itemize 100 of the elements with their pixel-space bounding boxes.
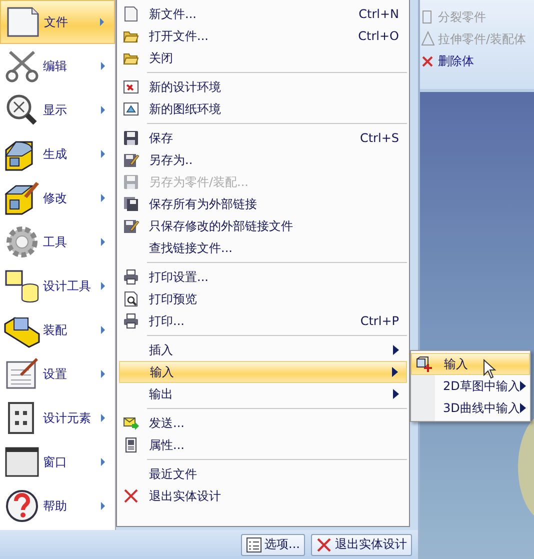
envelope-icon (123, 415, 139, 431)
help-icon (4, 488, 40, 524)
menu-item[interactable]: 另存为.. (119, 149, 407, 171)
submenu-arrow-icon (101, 282, 105, 290)
menu-item-label: 新的设计环境 (148, 78, 222, 96)
menu-item-label: 输入 (149, 364, 175, 380)
menu-item-label: 打印设置... (148, 268, 210, 286)
menu-category[interactable]: 编辑 (0, 44, 115, 88)
menu-item-label: 另存为.. (148, 152, 194, 168)
gear-icon (4, 224, 40, 260)
ribbon-command[interactable]: 删除体 (420, 50, 534, 72)
menu-label: 帮助 (43, 498, 68, 514)
submenu-item[interactable]: 3D曲线中输入 (411, 397, 530, 419)
submenu-item-label: 2D草图中输入 (443, 378, 520, 394)
menu-item-label: 查找链接文件... (148, 240, 234, 256)
menu-item-label: 属性... (148, 436, 186, 454)
menu-item[interactable]: 退出实体设计 (119, 485, 407, 507)
menu-item[interactable]: 打印设置... (119, 266, 407, 288)
submenu-item[interactable]: 2D草图中输入 (411, 375, 530, 397)
shortcut-label: Ctrl+N (358, 7, 399, 21)
shortcut-label: Ctrl+P (360, 314, 399, 328)
menu-item[interactable]: 打开文件... Ctrl+O (119, 25, 407, 47)
menu-label: 编辑 (43, 58, 68, 74)
save-all-icon (123, 196, 139, 212)
document-brush-icon (4, 356, 40, 392)
menu-label: 设计工具 (43, 278, 92, 294)
menu-item[interactable]: 打印... Ctrl+P (119, 310, 407, 332)
menu-category[interactable]: 工具 (0, 220, 115, 264)
save-pen-icon (123, 218, 139, 234)
exit-button[interactable]: 退出实体设计 (311, 534, 412, 556)
menu-item[interactable]: 输出 (119, 383, 407, 405)
submenu-item[interactable]: 输入 (411, 353, 530, 375)
submenu-arrow-icon (101, 326, 105, 334)
scissors-icon (4, 48, 40, 84)
submenu-arrow-icon (101, 62, 105, 70)
menu-label: 窗口 (43, 454, 68, 470)
menu-label: 设置 (43, 366, 68, 382)
menu-item[interactable]: 输入 (119, 361, 407, 383)
menu-item[interactable]: 新的图纸环境 (119, 98, 407, 120)
close-icon (123, 488, 139, 504)
menu-item-label: 最近文件 (148, 466, 198, 482)
menu-item-label: 新的图纸环境 (148, 100, 222, 118)
submenu-arrow-icon (101, 414, 105, 422)
menu-item-label: 打印... (148, 312, 186, 330)
properties-icon (123, 437, 139, 453)
menu-category[interactable]: 文件 (0, 0, 115, 44)
menu-item[interactable]: 查找链接文件... (119, 237, 407, 259)
menu-label: 文件 (44, 14, 69, 30)
menu-category[interactable]: 生成 (0, 132, 115, 176)
submenu-arrow-icon (101, 194, 105, 202)
menu-item[interactable]: 打印预览 (119, 288, 407, 310)
printer-icon (123, 269, 139, 285)
save-icon (123, 130, 139, 146)
menu-item[interactable]: 属性... (119, 434, 407, 456)
menu-item-label: 另存为零件/装配... (148, 174, 250, 190)
menu-item[interactable]: 关闭 (119, 47, 407, 69)
menu-category[interactable]: 设计元素 (0, 396, 115, 440)
save-icon (123, 174, 139, 190)
submenu-arrow-icon (101, 502, 105, 510)
printer-icon (123, 313, 139, 329)
menu-item[interactable]: 保存 Ctrl+S (119, 127, 407, 149)
menu-item[interactable]: 插入 (119, 339, 407, 361)
print-preview-icon (123, 291, 139, 307)
menu-label: 修改 (43, 190, 68, 206)
menu-item-label: 保存 (148, 130, 174, 146)
icon-column-background (411, 373, 435, 421)
menu-label: 装配 (43, 322, 68, 338)
menu-item-label: 新文件... (148, 6, 198, 22)
submenu-item-label: 3D曲线中输入 (443, 400, 520, 416)
menu-category[interactable]: 帮助 (0, 484, 115, 528)
menu-category[interactable]: 修改 (0, 176, 115, 220)
submenu-arrow-icon (101, 458, 105, 466)
command-icon (420, 31, 436, 47)
menu-category[interactable]: 窗口 (0, 440, 115, 484)
menu-item[interactable]: 新文件... Ctrl+N (119, 3, 407, 25)
options-button[interactable]: 选项... (240, 534, 305, 556)
cube-pencil-icon (4, 180, 40, 216)
menu-category[interactable]: 设计工具 (0, 264, 115, 308)
menu-item[interactable]: 最近文件 (119, 463, 407, 485)
menu-item[interactable]: 发送... (119, 412, 407, 434)
menu-item-label: 关闭 (148, 50, 174, 66)
menu-label: 工具 (43, 234, 68, 250)
menu-label: 显示 (43, 102, 68, 118)
menu-item-label: 输出 (148, 386, 174, 402)
menu-item[interactable]: 新的设计环境 (119, 76, 407, 98)
design-page-icon (123, 79, 139, 95)
menu-category[interactable]: 装配 (0, 308, 115, 352)
menu-label: 设计元素 (43, 410, 92, 426)
shortcut-label: Ctrl+O (358, 29, 399, 43)
submenu-item-label: 输入 (444, 356, 468, 372)
mouse-pointer-icon (483, 359, 497, 379)
menu-category[interactable]: 设置 (0, 352, 115, 396)
menu-item-label: 只保存修改的外部链接文件 (148, 218, 294, 234)
menu-item[interactable]: 保存所有为外部链接 (119, 193, 407, 215)
submenu-arrow-icon (101, 106, 105, 114)
submenu-arrow-icon (101, 150, 105, 158)
menu-item[interactable]: 只保存修改的外部链接文件 (119, 215, 407, 237)
menu-category[interactable]: 显示 (0, 88, 115, 132)
page-icon (123, 6, 139, 22)
submenu-arrow-icon (101, 238, 105, 246)
